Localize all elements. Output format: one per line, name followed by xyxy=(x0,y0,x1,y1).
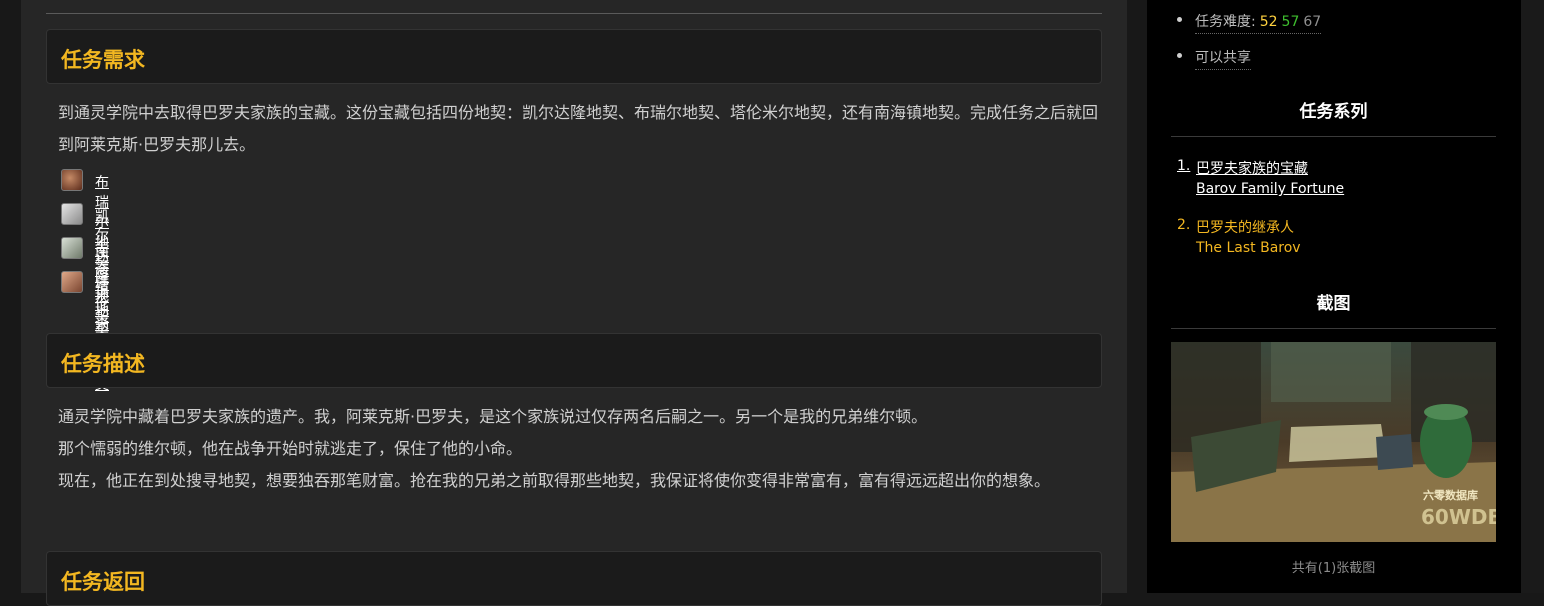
requirements-header: 任务需求 xyxy=(46,29,1102,84)
divider xyxy=(46,13,1102,14)
series-current-cn: 巴罗夫的继承人 xyxy=(1196,220,1294,236)
series-current-en: The Last Barov xyxy=(1196,240,1301,256)
description-line: 那个懦弱的维尔顿，他在战争开始时就逃走了，保住了他的小命。 xyxy=(58,439,523,458)
series-number: 2. xyxy=(1177,217,1191,233)
requirements-text: 到通灵学院中去取得巴罗夫家族的宝藏。这份宝藏包括四份地契：凯尔达隆地契、布瑞尔地… xyxy=(58,103,1099,154)
series-number: 1. xyxy=(1177,158,1191,174)
requirements-title: 任务需求 xyxy=(61,48,145,72)
description-line: 通灵学院中藏着巴罗夫家族的遗产。我，阿莱克斯·巴罗夫，是这个家族说过仅存两名后嗣… xyxy=(58,407,928,426)
description-text: 通灵学院中藏着巴罗夫家族的遗产。我，阿莱克斯·巴罗夫，是这个家族说过仅存两名后嗣… xyxy=(58,401,1098,497)
difficulty-value-green: 57 xyxy=(1281,14,1300,30)
main-content: 任务需求 到通灵学院中去取得巴罗夫家族的宝藏。这份宝藏包括四份地契：凯尔达隆地契… xyxy=(21,0,1127,606)
bullet-icon xyxy=(1177,53,1182,58)
watermark-en: 60WDB xyxy=(1421,505,1496,529)
screenshot-caption: 共有(1)张截图 xyxy=(1291,561,1376,576)
description-header: 任务描述 xyxy=(46,333,1102,388)
southshore-deed-icon xyxy=(61,237,83,259)
difficulty-value-gray: 67 xyxy=(1303,14,1322,30)
description-line: 现在，他正在到处搜寻地契，想要独吞那笔财富。抢在我的兄弟之前取得那些地契，我保证… xyxy=(58,471,1051,490)
watermark-cn: 六零数据库 xyxy=(1423,488,1478,502)
screenshot-image[interactable]: 六零数据库 60WDB xyxy=(1171,342,1496,542)
page-margin xyxy=(1521,0,1544,593)
difficulty-label: 任务难度: xyxy=(1195,14,1256,30)
screenshots-title: 截图 xyxy=(1316,294,1351,314)
sidebar: 任务难度: 52 57 67 可以共享 任务系列 1. 巴罗夫家族的宝藏 Barov … xyxy=(1147,0,1521,593)
brill-deed-icon xyxy=(61,169,83,191)
caer-darrow-deed-icon xyxy=(61,203,83,225)
bullet-icon xyxy=(1177,17,1182,22)
description-title: 任务描述 xyxy=(61,352,145,376)
return-title: 任务返回 xyxy=(61,570,145,594)
return-header: 任务返回 xyxy=(46,551,1102,606)
shareable-label: 可以共享 xyxy=(1195,47,1251,70)
tarren-mill-deed-icon xyxy=(61,271,83,293)
series-title: 任务系列 xyxy=(1299,102,1368,122)
series-link-cn[interactable]: 巴罗夫家族的宝藏 xyxy=(1196,158,1308,178)
series-link-en[interactable]: Barov Family Fortune xyxy=(1196,181,1344,197)
difficulty-value-yellow: 52 xyxy=(1259,14,1278,30)
screenshot-scene: 六零数据库 60WDB xyxy=(1171,342,1496,542)
divider xyxy=(1171,136,1496,137)
divider xyxy=(1171,328,1496,329)
